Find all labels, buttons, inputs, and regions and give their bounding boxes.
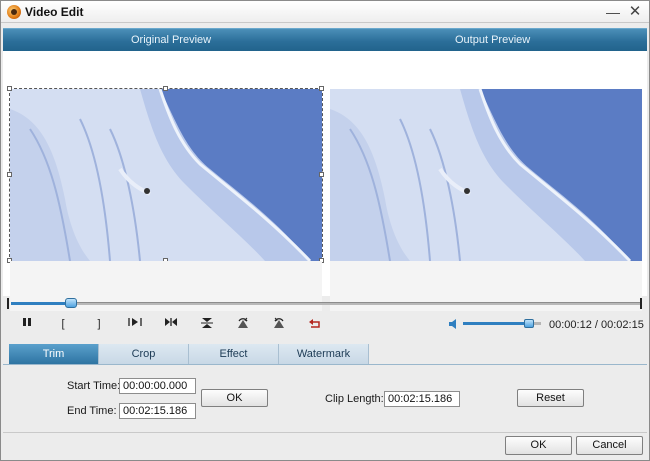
output-preview bbox=[330, 89, 642, 261]
preview-header: Original Preview Output Preview bbox=[3, 28, 647, 51]
timeline-end-marker[interactable] bbox=[640, 298, 644, 309]
trim-ok-button[interactable]: OK bbox=[201, 389, 268, 407]
bracket-open-icon: [ bbox=[61, 318, 65, 330]
rotate-right-button[interactable] bbox=[233, 315, 253, 333]
start-time-field[interactable] bbox=[119, 378, 196, 394]
original-preview[interactable] bbox=[7, 86, 324, 263]
timeline-slider[interactable] bbox=[7, 298, 645, 310]
timeline-progress bbox=[11, 302, 71, 305]
volume-thumb[interactable] bbox=[524, 319, 534, 328]
video-edit-window: Video Edit — ✕ Original Preview Output P… bbox=[0, 0, 650, 461]
cancel-button[interactable]: Cancel bbox=[576, 436, 643, 455]
pause-icon bbox=[23, 318, 31, 326]
clip-length-field bbox=[384, 391, 460, 407]
crop-handle[interactable] bbox=[163, 86, 168, 91]
window-title: Video Edit bbox=[25, 5, 84, 19]
reset-button[interactable]: Reset bbox=[517, 389, 584, 407]
end-time-label: End Time: bbox=[67, 405, 117, 417]
skip-end-icon bbox=[165, 318, 177, 326]
undo-icon bbox=[309, 319, 320, 328]
crop-handle[interactable] bbox=[319, 172, 324, 177]
timeline-thumb[interactable] bbox=[65, 298, 77, 308]
preview-area bbox=[3, 51, 647, 311]
close-button[interactable]: ✕ bbox=[627, 4, 643, 20]
bracket-close-icon: ] bbox=[97, 318, 101, 330]
crop-handle[interactable] bbox=[7, 86, 12, 91]
output-preview-label: Output Preview bbox=[455, 34, 531, 46]
rotate-left-icon bbox=[274, 317, 284, 328]
tab-effect[interactable]: Effect bbox=[189, 344, 279, 364]
clip-length-label: Clip Length: bbox=[325, 393, 384, 405]
pause-button[interactable] bbox=[17, 315, 37, 333]
step-forward-icon bbox=[128, 318, 142, 326]
timeline-track[interactable] bbox=[11, 302, 641, 305]
app-logo-icon bbox=[7, 5, 21, 19]
title-bar[interactable]: Video Edit — ✕ bbox=[1, 1, 649, 23]
footer-divider bbox=[3, 432, 647, 433]
volume-level bbox=[463, 322, 529, 325]
set-end-button[interactable]: ] bbox=[89, 315, 109, 333]
ok-button[interactable]: OK bbox=[505, 436, 572, 455]
set-start-button[interactable]: [ bbox=[53, 315, 73, 333]
rotate-right-icon bbox=[238, 317, 248, 328]
original-preview-label: Original Preview bbox=[131, 34, 212, 46]
end-time-field[interactable] bbox=[119, 403, 196, 419]
undo-button[interactable] bbox=[305, 315, 325, 333]
tab-trim[interactable]: Trim bbox=[9, 344, 99, 364]
tab-crop[interactable]: Crop bbox=[99, 344, 189, 364]
original-video-frame bbox=[10, 89, 322, 261]
next-frame-button[interactable] bbox=[125, 315, 145, 333]
speaker-icon[interactable] bbox=[448, 318, 460, 330]
flip-vertical-button[interactable] bbox=[197, 315, 217, 333]
timecode: 00:00:12 / 00:02:15 bbox=[549, 319, 644, 331]
crop-handle[interactable] bbox=[7, 172, 12, 177]
to-end-button[interactable] bbox=[161, 315, 181, 333]
rotate-left-button[interactable] bbox=[269, 315, 289, 333]
start-time-label: Start Time: bbox=[67, 380, 121, 392]
output-video-frame bbox=[330, 89, 642, 261]
crop-handle[interactable] bbox=[319, 86, 324, 91]
flip-vertical-icon bbox=[201, 318, 213, 328]
tab-watermark[interactable]: Watermark bbox=[279, 344, 369, 364]
minimize-button[interactable]: — bbox=[605, 4, 621, 20]
trim-panel: Start Time: End Time: OK Clip Length: Re… bbox=[3, 365, 647, 431]
